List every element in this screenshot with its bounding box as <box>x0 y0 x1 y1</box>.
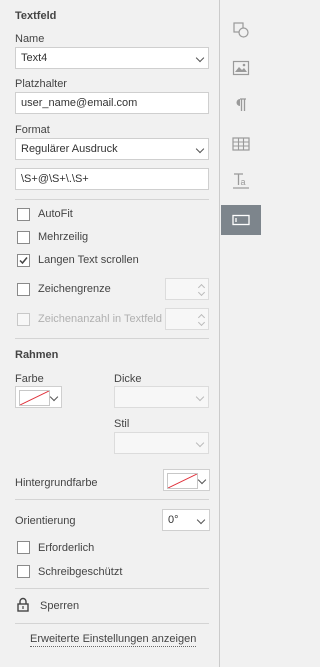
regex-value: \S+@\S+\.\S+ <box>21 173 89 185</box>
placeholder-value: user_name@email.com <box>21 97 138 109</box>
svg-text:a: a <box>241 177 246 187</box>
border-color-picker[interactable] <box>15 386 62 408</box>
divider <box>15 499 209 500</box>
form-field-settings-panel: Textfeld Name Text4 Platzhalter user_nam… <box>0 0 220 667</box>
border-style-label: Stil <box>114 418 130 430</box>
chevron-down-icon <box>195 438 205 448</box>
format-select[interactable]: Regulärer Ausdruck <box>15 138 209 160</box>
placeholder-label: Platzhalter <box>15 78 67 90</box>
table-settings-tab[interactable] <box>221 129 261 159</box>
form-field-icon <box>232 214 250 226</box>
text-art-settings-tab[interactable]: a <box>221 166 261 196</box>
chevron-down-icon <box>195 144 205 154</box>
orientation-value: 0° <box>168 514 179 526</box>
no-color-icon <box>20 391 49 405</box>
text-art-icon: a <box>233 173 249 189</box>
border-color-label: Farbe <box>15 373 44 385</box>
scroll-text-label: Langen Text scrollen <box>38 254 139 266</box>
readonly-label: Schreibgeschützt <box>38 566 123 578</box>
name-label: Name <box>15 33 45 45</box>
divider <box>15 623 209 624</box>
checkmark-icon <box>19 257 28 265</box>
orientation-select[interactable]: 0° <box>162 509 210 531</box>
advanced-settings-link[interactable]: Erweiterte Einstellungen anzeigen <box>30 633 197 647</box>
chevron-down-icon <box>197 475 207 485</box>
required-label: Erforderlich <box>38 542 95 554</box>
lock-button[interactable] <box>17 597 29 612</box>
right-toolbar: a <box>221 0 261 667</box>
autofit-checkbox[interactable] <box>17 208 30 221</box>
form-field-settings-tab[interactable] <box>221 205 261 235</box>
no-color-icon <box>168 474 197 488</box>
shape-icon <box>233 22 249 38</box>
chevron-down-icon <box>195 392 205 402</box>
char-limit-label: Zeichengrenze <box>38 283 111 295</box>
divider <box>15 199 209 200</box>
shape-settings-tab[interactable] <box>221 15 261 45</box>
section-title: Textfeld <box>15 10 57 22</box>
paragraph-settings-tab[interactable] <box>221 90 261 120</box>
char-limit-checkbox[interactable] <box>17 283 30 296</box>
lock-icon <box>17 597 29 612</box>
border-width-label: Dicke <box>114 373 142 385</box>
chevron-down-icon <box>197 288 206 297</box>
no-color-swatch <box>167 473 198 489</box>
format-value: Regulärer Ausdruck <box>21 143 118 155</box>
format-label: Format <box>15 124 50 136</box>
divider <box>15 338 209 339</box>
comb-checkbox[interactable] <box>17 313 30 326</box>
table-icon <box>232 137 250 151</box>
placeholder-input[interactable]: user_name@email.com <box>15 92 209 114</box>
border-title: Rahmen <box>15 349 59 361</box>
name-value: Text4 <box>21 52 48 64</box>
multiline-label: Mehrzeilig <box>38 231 89 243</box>
orientation-label: Orientierung <box>15 515 76 527</box>
image-icon <box>232 60 250 76</box>
background-color-label: Hintergrundfarbe <box>15 477 98 489</box>
chevron-down-icon <box>49 392 59 402</box>
chevron-down-icon <box>197 318 206 327</box>
chevron-down-icon <box>196 515 206 525</box>
no-color-swatch <box>19 390 50 406</box>
border-width-select[interactable] <box>114 386 209 408</box>
regex-input[interactable]: \S+@\S+\.\S+ <box>15 168 209 190</box>
multiline-checkbox[interactable] <box>17 231 30 244</box>
char-limit-stepper[interactable] <box>165 278 209 300</box>
image-settings-tab[interactable] <box>221 53 261 83</box>
border-style-select[interactable] <box>114 432 209 454</box>
autofit-label: AutoFit <box>38 208 73 220</box>
chevron-down-icon <box>195 53 205 63</box>
comb-label: Zeichenanzahl in Textfeld <box>38 313 162 325</box>
name-combo[interactable]: Text4 <box>15 47 209 69</box>
background-color-picker[interactable] <box>163 469 210 491</box>
scroll-text-checkbox[interactable] <box>17 254 30 267</box>
readonly-checkbox[interactable] <box>17 565 30 578</box>
paragraph-icon <box>236 98 246 111</box>
comb-stepper[interactable] <box>165 308 209 330</box>
divider <box>15 588 209 589</box>
required-checkbox[interactable] <box>17 541 30 554</box>
lock-label: Sperren <box>40 600 80 612</box>
